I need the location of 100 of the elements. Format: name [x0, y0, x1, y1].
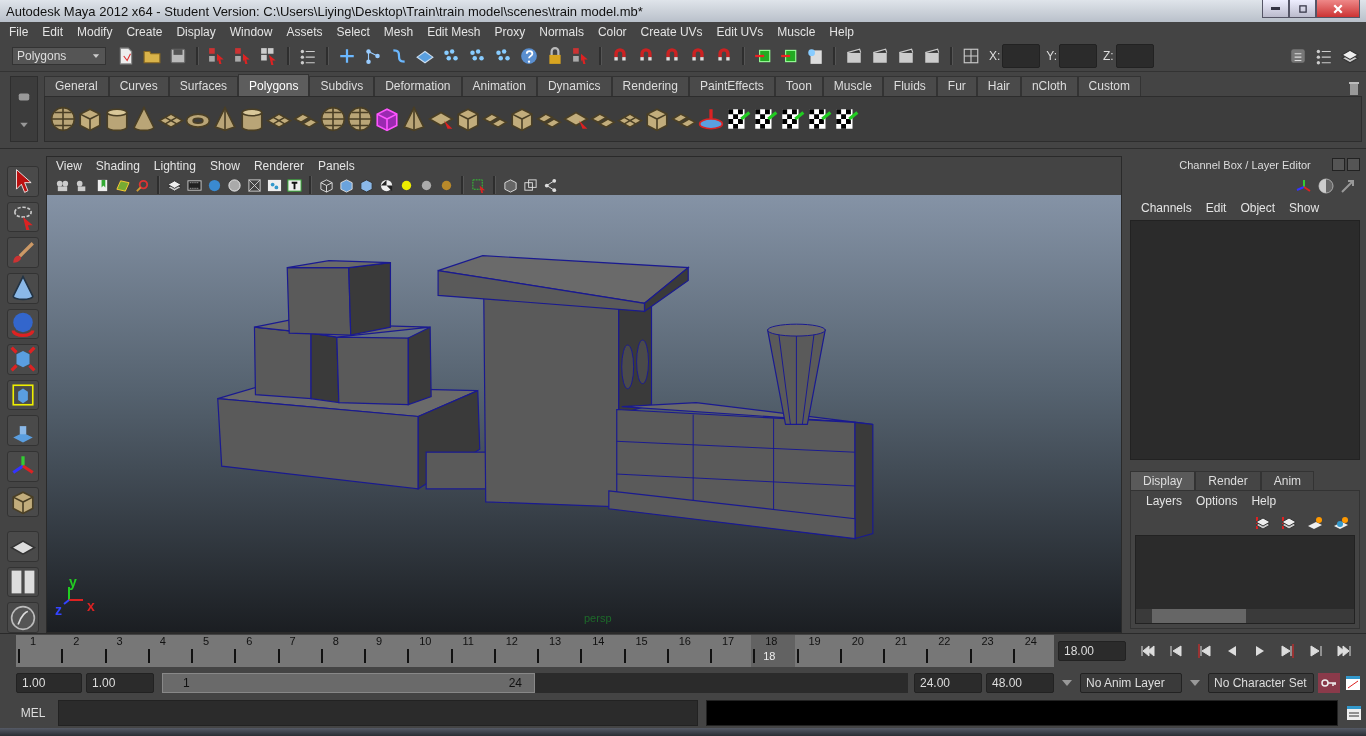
- menu-item[interactable]: Edit: [35, 24, 71, 39]
- shelf-tab[interactable]: Hair: [976, 76, 1021, 96]
- cube-icon[interactable]: [78, 107, 102, 131]
- cube-icon[interactable]: [7, 344, 39, 375]
- shelf-tab[interactable]: Rendering: [611, 76, 689, 96]
- paint-brush-icon[interactable]: [7, 237, 39, 268]
- menu-item[interactable]: Muscle: [770, 24, 823, 39]
- playback-start-field[interactable]: 1.00: [86, 673, 154, 693]
- input-field[interactable]: [1002, 44, 1041, 68]
- checker-icon[interactable]: [726, 107, 750, 131]
- shelf-tab[interactable]: Polygons: [238, 74, 310, 96]
- layout-icon[interactable]: [7, 531, 39, 562]
- input-field[interactable]: [1115, 44, 1154, 68]
- cylinder-icon[interactable]: [105, 107, 129, 131]
- shelf-tab[interactable]: Fur: [936, 76, 977, 96]
- playback-end-field[interactable]: 24.00: [914, 673, 982, 693]
- menu-item[interactable]: Window: [222, 24, 280, 39]
- layer-tab[interactable]: Display: [1130, 471, 1196, 490]
- menu-item[interactable]: Assets: [279, 24, 330, 39]
- shelf-tab[interactable]: nCloth: [1020, 76, 1078, 96]
- axis-icon[interactable]: [1296, 178, 1312, 194]
- checker-icon[interactable]: [780, 107, 804, 131]
- shelf-tab[interactable]: Curves: [108, 76, 169, 96]
- shelf-tab[interactable]: Dynamics: [536, 76, 612, 96]
- cube-icon[interactable]: [7, 379, 39, 411]
- menu-item[interactable]: Modify: [70, 24, 120, 39]
- shelf-tab[interactable]: Fluids: [882, 76, 937, 96]
- maximize-button[interactable]: [1289, 0, 1316, 18]
- key-icon[interactable]: [1318, 673, 1340, 693]
- shelf-tab[interactable]: Muscle: [822, 76, 883, 96]
- menu-item[interactable]: View: [49, 159, 89, 173]
- arrow-icon[interactable]: [1340, 178, 1356, 194]
- menu-item[interactable]: Edit Mesh: [420, 24, 488, 39]
- axis-arrows-icon[interactable]: [7, 451, 39, 482]
- cylinder-icon[interactable]: [240, 107, 264, 131]
- half-circle-icon[interactable]: [1318, 178, 1334, 194]
- end-time-field[interactable]: 48.00: [986, 673, 1054, 693]
- menu-item[interactable]: Object: [1233, 201, 1283, 215]
- checker-icon[interactable]: [753, 107, 777, 131]
- start-time-field[interactable]: 1.00: [16, 673, 82, 693]
- menu-item[interactable]: Help: [822, 24, 861, 39]
- menu-item[interactable]: Layers: [1139, 494, 1190, 508]
- cone-icon[interactable]: [7, 272, 39, 304]
- menu-item[interactable]: Normals: [532, 24, 591, 39]
- shelf-tab[interactable]: General: [44, 76, 109, 96]
- shelf-tab[interactable]: Toon: [774, 76, 823, 96]
- menu-item[interactable]: File: [2, 24, 36, 39]
- range-slider[interactable]: 1 24: [162, 673, 535, 693]
- command-language-label[interactable]: MEL: [16, 706, 50, 720]
- shelf-tab[interactable]: PaintEffects: [688, 76, 775, 96]
- menu-item[interactable]: Renderer: [246, 159, 311, 173]
- menu-item[interactable]: Edit: [1198, 201, 1234, 215]
- shelf-tab[interactable]: Custom: [1077, 76, 1141, 96]
- checker-icon[interactable]: [807, 107, 831, 131]
- cube-icon[interactable]: [7, 486, 39, 518]
- menu-item[interactable]: Shading: [88, 159, 147, 173]
- pyramid-icon[interactable]: [213, 107, 237, 131]
- character-set-dropdown[interactable]: No Character Set: [1208, 673, 1314, 693]
- menu-item[interactable]: Options: [1189, 494, 1245, 508]
- checker-icon[interactable]: [834, 107, 858, 131]
- trash-icon[interactable]: [1346, 80, 1362, 96]
- script-editor-icon[interactable]: [1346, 705, 1362, 721]
- shelf-tab[interactable]: Subdivs: [309, 76, 375, 96]
- lasso-icon[interactable]: [7, 201, 39, 233]
- menu-item[interactable]: Help: [1244, 494, 1284, 508]
- close-button[interactable]: [1316, 0, 1360, 18]
- mode-dropdown[interactable]: Polygons: [12, 47, 106, 65]
- ring-icon[interactable]: [699, 107, 723, 131]
- layout-icon[interactable]: [7, 566, 39, 598]
- menu-item[interactable]: Lighting: [146, 159, 203, 173]
- menu-item[interactable]: Display: [169, 24, 223, 39]
- cube-icon[interactable]: [456, 107, 480, 131]
- cube-icon[interactable]: [510, 107, 534, 131]
- menu-item[interactable]: Panels: [310, 159, 362, 173]
- menu-item[interactable]: Show: [202, 159, 247, 173]
- layer-tab[interactable]: Render: [1195, 471, 1261, 490]
- pyramid-icon[interactable]: [402, 107, 426, 131]
- shelf-tab[interactable]: Deformation: [374, 76, 462, 96]
- menu-item[interactable]: Edit UVs: [709, 24, 771, 39]
- minimize-button[interactable]: [1262, 0, 1289, 18]
- menu-item[interactable]: Color: [590, 24, 634, 39]
- menu-item[interactable]: Proxy: [487, 24, 533, 39]
- time-slider[interactable]: 1 2 3 4 5 6 7 8 9 10 11 12 13 14 15 16 17 18 18 19 20 21 22 23 24: [16, 635, 1054, 667]
- anim-layer-dropdown[interactable]: No Anim Layer: [1080, 673, 1182, 693]
- shelf-tab[interactable]: Surfaces: [168, 76, 239, 96]
- menu-item[interactable]: Select: [329, 24, 377, 39]
- cube-icon[interactable]: [645, 107, 669, 131]
- current-time-field[interactable]: 18.00: [1058, 641, 1126, 661]
- input-field[interactable]: [1059, 44, 1098, 68]
- menu-item[interactable]: Create: [119, 24, 170, 39]
- layer-tab[interactable]: Anim: [1260, 471, 1315, 490]
- viewport[interactable]: y z x persp: [47, 195, 1121, 632]
- cone-icon[interactable]: [132, 107, 156, 131]
- menu-item[interactable]: Mesh: [376, 24, 421, 39]
- command-input-field[interactable]: [58, 700, 698, 726]
- blocks-icon[interactable]: [7, 415, 39, 446]
- menu-item[interactable]: Channels: [1134, 201, 1199, 215]
- shelf-tab[interactable]: Animation: [461, 76, 537, 96]
- menu-item[interactable]: Show: [1282, 201, 1327, 215]
- menu-item[interactable]: Create UVs: [633, 24, 710, 39]
